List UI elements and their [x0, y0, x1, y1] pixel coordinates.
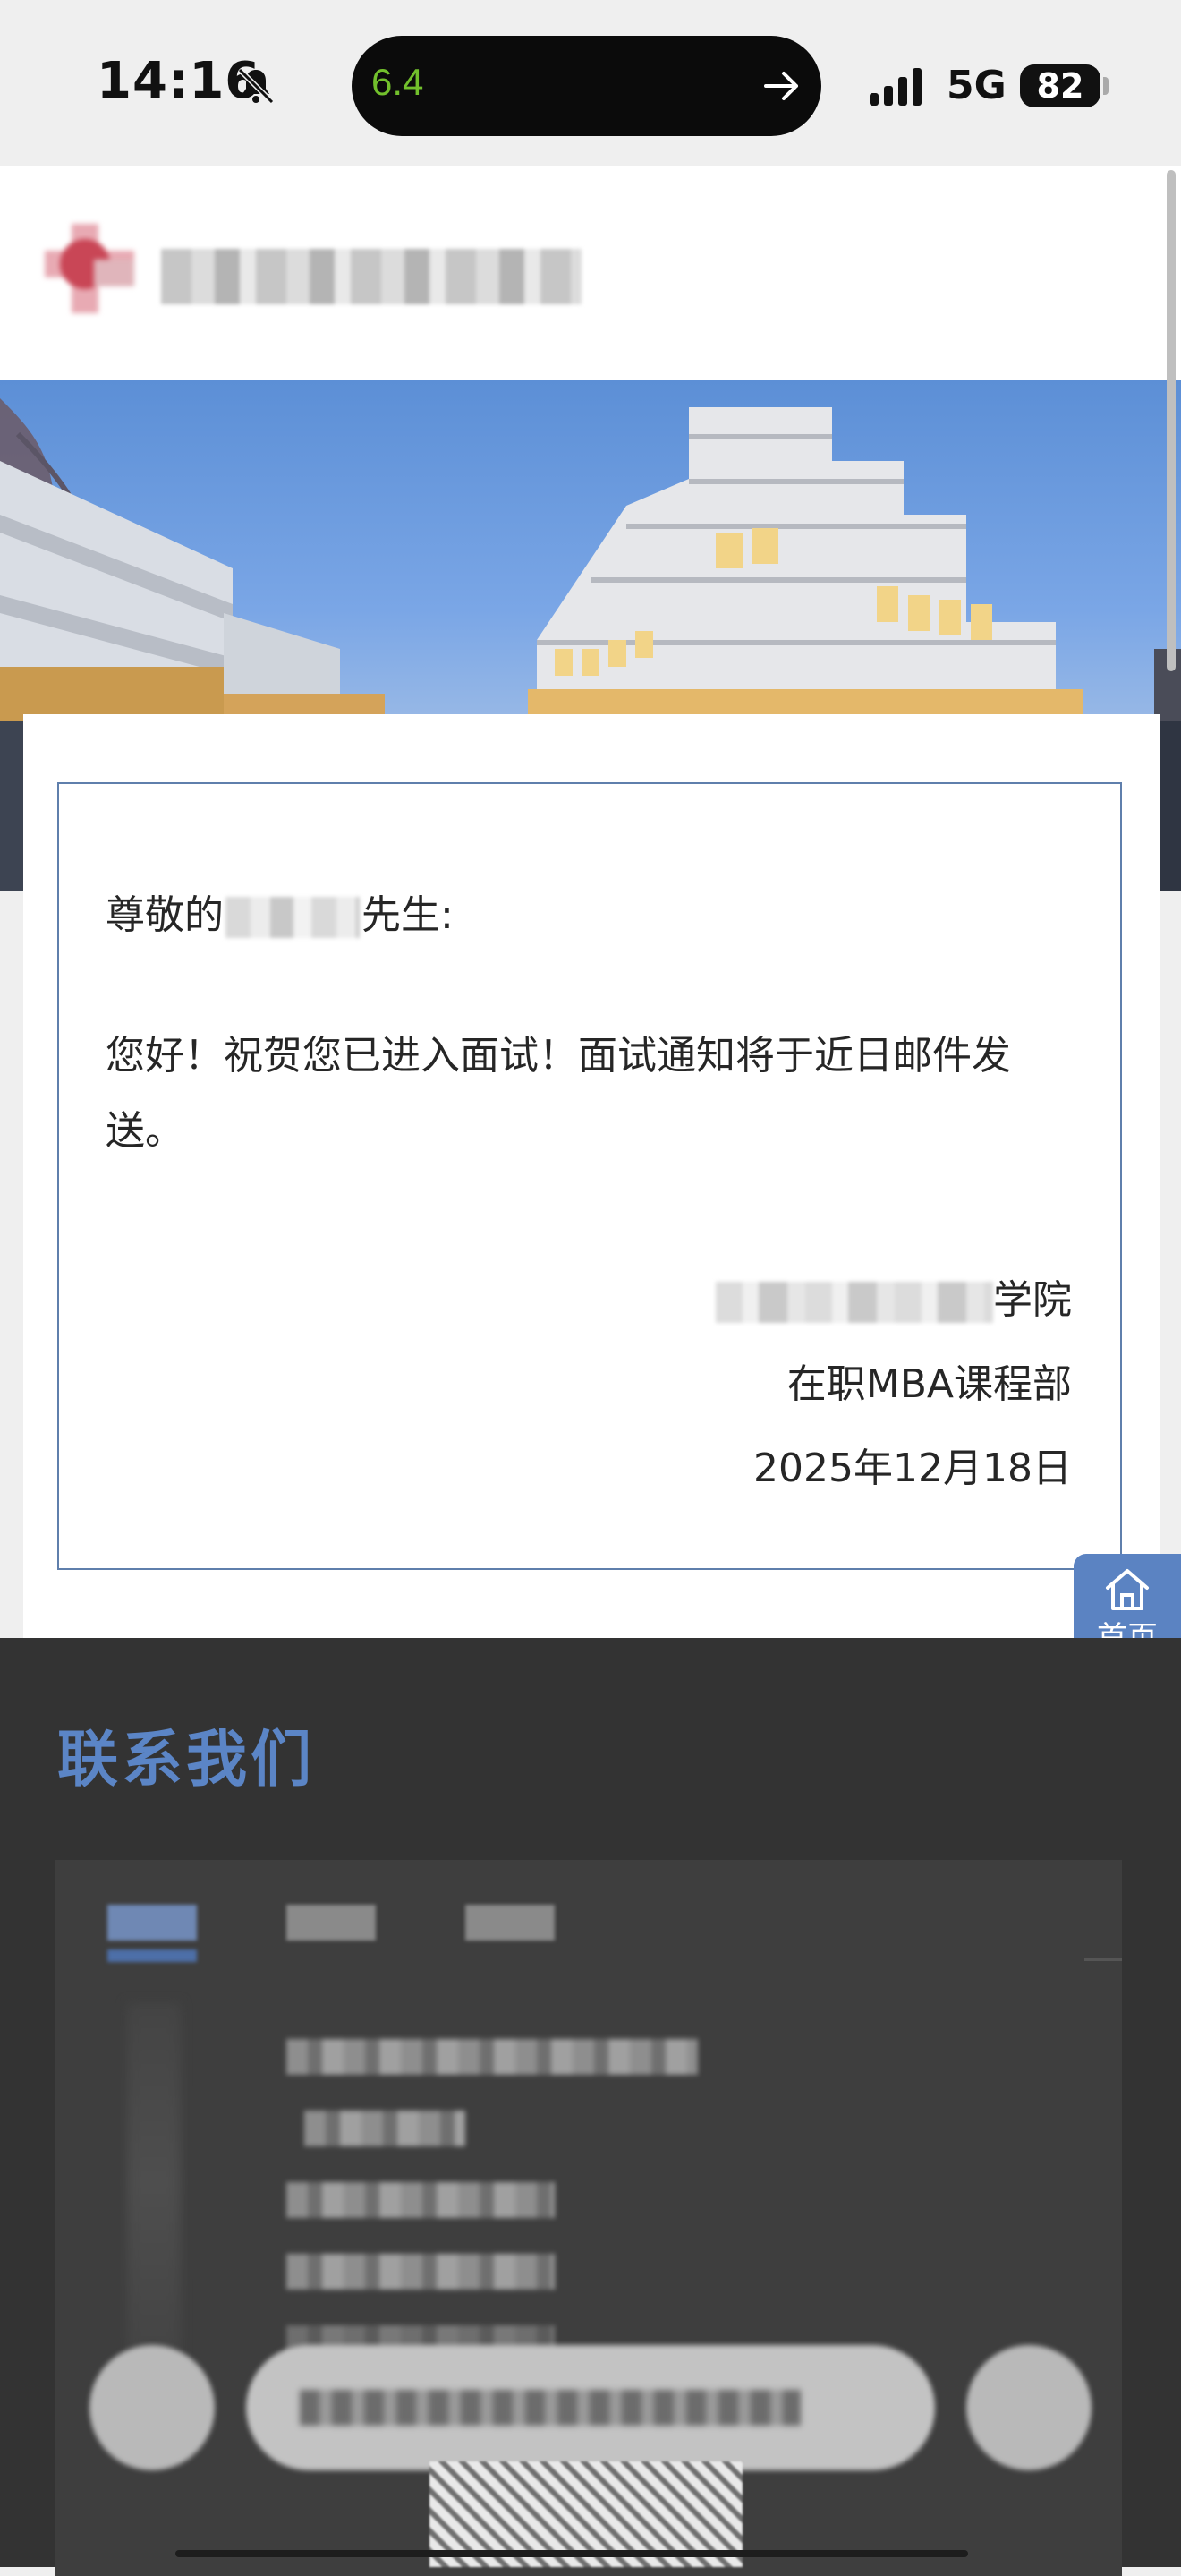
url-text-blurred: [300, 2390, 801, 2426]
back-button-blurred[interactable]: [89, 2345, 215, 2470]
school-suffix: 学院: [993, 1277, 1072, 1323]
signal-icon: [870, 68, 922, 106]
signature-date: 2025年12月18日: [753, 1446, 1072, 1491]
more-button-blurred[interactable]: [966, 2345, 1092, 2470]
salutation-suffix: 先生:: [361, 892, 454, 938]
status-bar: 14:16 6.4 5G 82: [0, 0, 1181, 166]
home-indicator[interactable]: [175, 2550, 968, 2557]
contact-tab-1-blurred[interactable]: [107, 1905, 197, 1941]
salutation: 尊敬的 先生:: [106, 883, 454, 940]
notice-letter: 尊敬的 先生: 您好！祝贺您已进入面试！面试通知将于近日邮件发送。 学院 在职MB…: [57, 782, 1122, 1570]
signature-department: 在职MBA课程部: [786, 1361, 1072, 1407]
contact-line-blurred: [286, 2254, 555, 2290]
address-bar-blurred[interactable]: [246, 2345, 935, 2470]
browser-toolbar: [0, 2327, 1181, 2567]
recipient-name-blurred: [225, 897, 360, 938]
silent-bell-icon: [237, 67, 275, 105]
school-name-blurred: [716, 1282, 993, 1323]
signature-school: 学院: [716, 1267, 1072, 1325]
contact-line-blurred: [286, 2182, 555, 2218]
contact-line-blurred: [286, 2039, 698, 2075]
contact-tab-2-blurred[interactable]: [286, 1905, 376, 1941]
contact-line-blurred: [304, 2111, 465, 2146]
contact-icons-blurred: [127, 2003, 181, 2361]
contact-title: 联系我们: [57, 1725, 316, 1796]
contact-tab-3-blurred[interactable]: [465, 1905, 555, 1941]
notice-body: 您好！祝贺您已进入面试！面试通知将于近日邮件发送。: [106, 1033, 1011, 1154]
active-tab-indicator: [107, 1949, 197, 1962]
network-type: 5G: [947, 63, 1007, 108]
battery-level: 82: [1020, 64, 1100, 107]
salutation-prefix: 尊敬的: [106, 892, 224, 938]
school-logo-icon[interactable]: [36, 215, 152, 322]
tab-divider: [1084, 1958, 1122, 1961]
page-scrollbar[interactable]: [1167, 170, 1176, 671]
island-speed: 6.4: [371, 61, 424, 103]
arrow-right-icon: [764, 72, 798, 100]
school-name-blurred: [161, 249, 582, 304]
home-icon: [1106, 1569, 1149, 1610]
dynamic-island[interactable]: 6.4: [352, 36, 821, 136]
battery-tip: [1103, 77, 1109, 95]
